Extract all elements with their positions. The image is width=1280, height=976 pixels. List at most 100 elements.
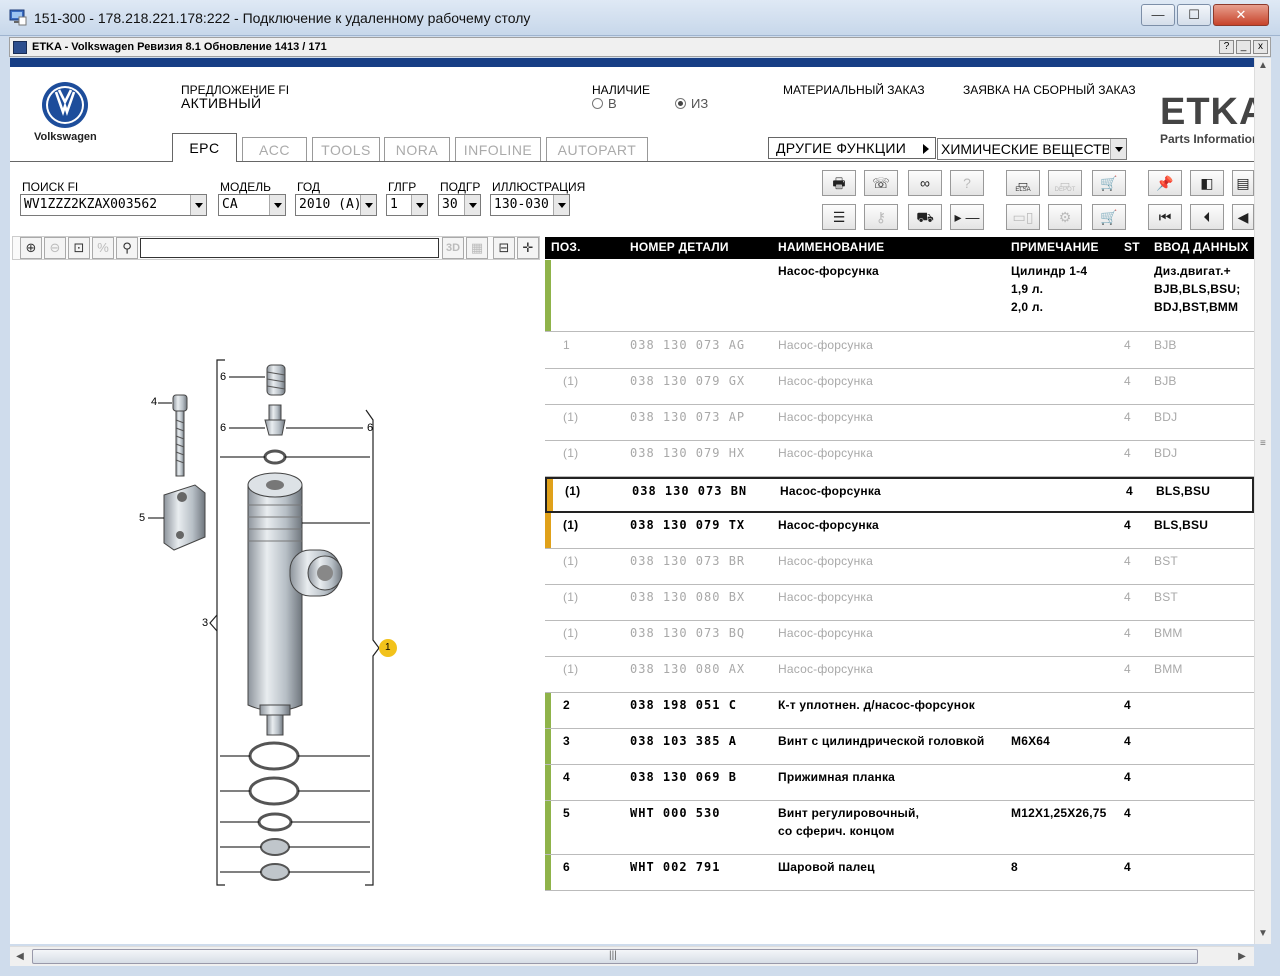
cell-data: BJB: [1154, 338, 1177, 352]
table-row[interactable]: 1 038 130 073 AG Насос-форсунка 4 BJB: [545, 333, 1254, 369]
split-view-button[interactable]: ⊟: [493, 237, 515, 259]
prev-page-button[interactable]: ⏴: [1190, 204, 1224, 230]
etka-minimize-button[interactable]: _: [1236, 40, 1251, 54]
first-page-button[interactable]: ⏮: [1148, 204, 1182, 230]
compare-button[interactable]: ▭▯: [1006, 204, 1040, 230]
cart-button[interactable]: 🛒: [1092, 204, 1126, 230]
main-group-dropdown[interactable]: 1: [386, 194, 428, 216]
col-name[interactable]: НАИМЕНОВАНИЕ: [778, 240, 884, 254]
phone-button[interactable]: ☏: [864, 170, 898, 196]
vertical-scrollbar[interactable]: ▲ ≡ ▼: [1254, 58, 1271, 944]
scroll-right-icon[interactable]: ▶: [1234, 949, 1250, 965]
table-row[interactable]: (1) 038 130 073 BR Насос-форсунка 4 BST: [545, 549, 1254, 585]
radio-in[interactable]: В: [592, 96, 672, 112]
callout-4[interactable]: 5: [139, 512, 145, 524]
model-dropdown[interactable]: CA: [218, 194, 286, 216]
zoom-out-button[interactable]: ⊖: [44, 237, 66, 259]
elsa-button[interactable]: ▭ ELSA: [1006, 170, 1040, 196]
binoculars-button[interactable]: ∞: [908, 170, 942, 196]
vehicle-button[interactable]: ⛟: [908, 204, 942, 230]
search-button[interactable]: ⚲: [116, 237, 138, 259]
depot-button[interactable]: ▭ DEPOT: [1048, 170, 1082, 196]
table-row[interactable]: (1) 038 130 079 HX Насос-форсунка 4 BDJ: [545, 441, 1254, 477]
col-part-number[interactable]: НОМЕР ДЕТАЛИ: [630, 240, 729, 254]
etka-window-title: ETKA - Volkswagen Ревизия 8.1 Обновление…: [32, 41, 327, 53]
callout-6-left[interactable]: 6: [220, 422, 226, 434]
cell-note: M12X1,25X26,75: [1011, 806, 1107, 820]
hotspot-grid-button[interactable]: ▦: [466, 237, 488, 259]
pin-button[interactable]: 📌: [1148, 170, 1182, 196]
chemicals-dropdown[interactable]: ХИМИЧЕСКИЕ ВЕЩЕСТВА: [937, 138, 1127, 160]
cell-st: 4: [1124, 554, 1131, 568]
scroll-thumb[interactable]: |||: [32, 949, 1198, 964]
zoom-fit-button[interactable]: ⊡: [68, 237, 90, 259]
table-row[interactable]: (1) 038 130 080 BX Насос-форсунка 4 BST: [545, 585, 1254, 621]
table-row[interactable]: 6 WHT 002 791 Шаровой палец 8 4: [545, 855, 1254, 891]
tab-acc[interactable]: ACC: [242, 137, 307, 161]
cart-export-button[interactable]: 🛒: [1092, 170, 1126, 196]
zoom-percent-button[interactable]: %: [92, 237, 114, 259]
col-data[interactable]: ВВОД ДАННЫХ: [1154, 240, 1249, 254]
assembly-order-link[interactable]: ЗАЯВКА НА СБОРНЫЙ ЗАКАЗ: [963, 83, 1136, 97]
minimize-icon: —: [1151, 7, 1165, 22]
table-row[interactable]: 5 WHT 000 530 Винт регулировочный, со сфери…: [545, 801, 1254, 855]
tab-infoline[interactable]: INFOLINE: [455, 137, 541, 161]
table-row[interactable]: (1) 038 130 079 GX Насос-форсунка 4 BJB: [545, 369, 1254, 405]
illustration-search-input[interactable]: [140, 238, 439, 258]
tab-nora[interactable]: NORA: [384, 137, 450, 161]
callout-6-right[interactable]: 6: [367, 422, 373, 434]
horizontal-scrollbar[interactable]: ◀ ||| ▶: [10, 946, 1254, 966]
triangle-right-icon: [923, 144, 929, 154]
scroll-up-icon[interactable]: ▲: [1255, 58, 1271, 74]
illustration-dropdown[interactable]: 130-030: [490, 194, 570, 216]
query-button[interactable]: ?: [950, 170, 984, 196]
print-button[interactable]: 🖶: [822, 170, 856, 196]
scroll-left-icon[interactable]: ◀: [12, 949, 28, 965]
cell-part-number: 038 130 079 TX: [630, 518, 746, 532]
col-note[interactable]: ПРИМЕЧАНИЕ: [1011, 240, 1099, 254]
document-button[interactable]: ▤: [1232, 170, 1254, 196]
view-3d-button[interactable]: 3D: [442, 237, 464, 259]
col-st[interactable]: ST: [1124, 240, 1140, 254]
etka-close-button[interactable]: x: [1253, 40, 1268, 54]
table-group-row[interactable]: Насос-форсунка Цилиндр 1-4 1,9 л. 2,0 л.…: [545, 260, 1254, 332]
callout-5[interactable]: 6: [220, 371, 226, 383]
search-fi-dropdown[interactable]: WV1ZZZ2KZAX003562: [20, 194, 207, 216]
play-minus-button[interactable]: ▸ —: [950, 204, 984, 230]
scroll-down-icon[interactable]: ▼: [1255, 926, 1271, 942]
tab-epc[interactable]: EPC: [172, 133, 237, 162]
tab-autopart[interactable]: AUTOPART: [546, 137, 648, 161]
callout-1[interactable]: 1: [385, 642, 391, 653]
table-row[interactable]: 2 038 198 051 C К-т уплотнен. д/насос-форс…: [545, 693, 1254, 729]
table-row[interactable]: (1) 038 130 080 AX Насос-форсунка 4 BMM: [545, 657, 1254, 693]
other-functions-button[interactable]: ДРУГИЕ ФУНКЦИИ: [768, 137, 936, 159]
close-button[interactable]: ✕: [1213, 4, 1269, 26]
radio-from[interactable]: ИЗ: [675, 96, 735, 112]
tab-tools[interactable]: TOOLS: [312, 137, 380, 161]
back-button[interactable]: ◀: [1232, 204, 1254, 230]
key-button[interactable]: ⚷: [864, 204, 898, 230]
list-icon: ☰: [832, 209, 846, 225]
material-order-link[interactable]: МАТЕРИАЛЬНЫЙ ЗАКАЗ: [783, 83, 925, 97]
callout-2[interactable]: 3: [202, 617, 208, 629]
document-back-button[interactable]: ◧: [1190, 170, 1224, 196]
table-row[interactable]: (1) 038 130 073 AP Насос-форсунка 4 BDJ: [545, 405, 1254, 441]
callout-3[interactable]: 4: [151, 396, 157, 408]
resize-button[interactable]: ✛: [517, 237, 539, 259]
stack-button[interactable]: ⚙: [1048, 204, 1082, 230]
elsa-caption: ELSA: [1015, 187, 1031, 193]
zoom-in-button[interactable]: ⊕: [20, 237, 42, 259]
table-row[interactable]: (1) 038 130 079 TX Насос-форсунка 4 BLS,BSU: [545, 513, 1254, 549]
cell-name: Насос-форсунка: [778, 410, 873, 424]
table-row[interactable]: (1) 038 130 073 BQ Насос-форсунка 4 BMM: [545, 621, 1254, 657]
table-row[interactable]: 4 038 130 069 B Прижимная планка 4: [545, 765, 1254, 801]
table-row[interactable]: (1) 038 130 073 BN Насос-форсунка 4 BLS,BSU: [545, 477, 1254, 513]
year-dropdown[interactable]: 2010 (A): [295, 194, 377, 216]
list-button[interactable]: ☰: [822, 204, 856, 230]
col-pos[interactable]: ПОЗ.: [551, 240, 581, 254]
sub-group-dropdown[interactable]: 30: [438, 194, 481, 216]
minimize-button[interactable]: —: [1141, 4, 1175, 26]
help-button[interactable]: ?: [1219, 40, 1234, 54]
maximize-button[interactable]: ☐: [1177, 4, 1211, 26]
table-row[interactable]: 3 038 103 385 A Винт с цилиндрической голо…: [545, 729, 1254, 765]
